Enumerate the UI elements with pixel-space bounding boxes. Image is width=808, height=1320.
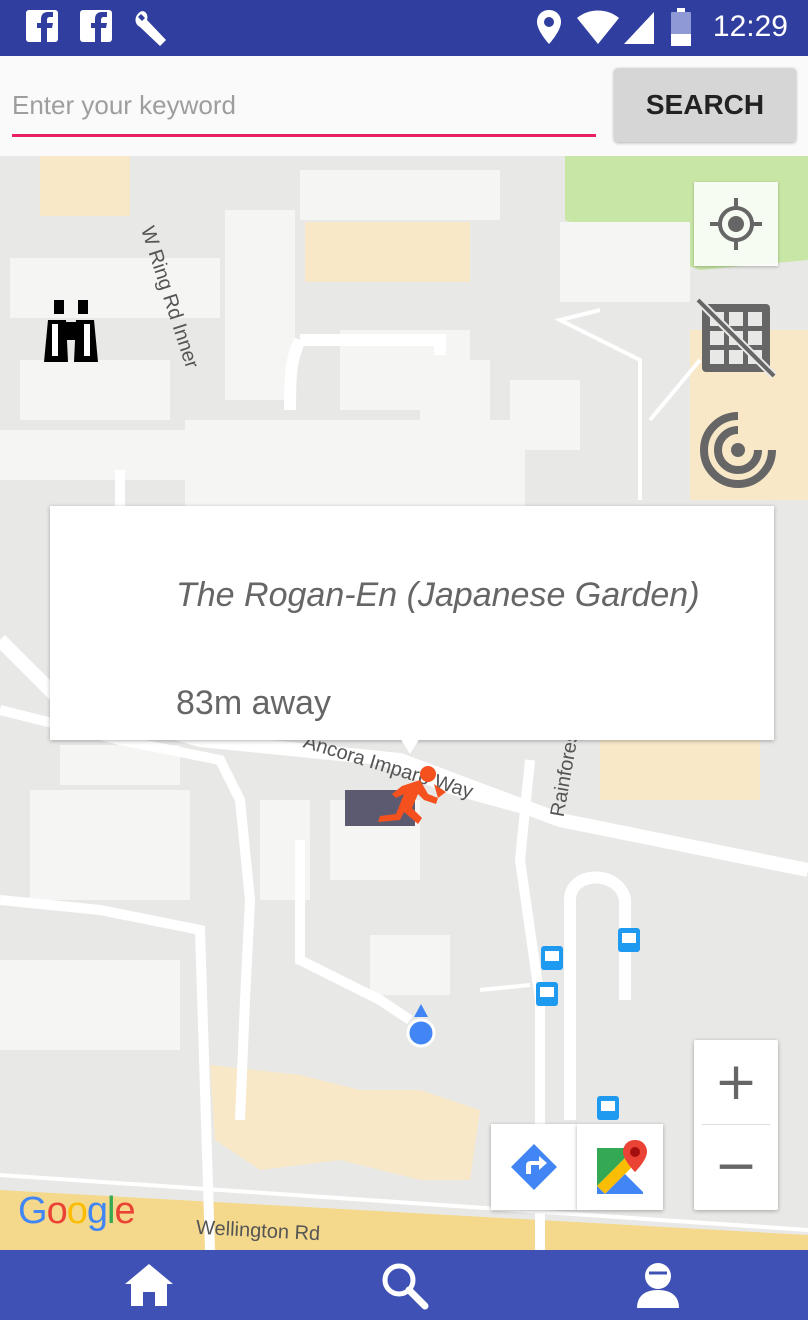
zoom-in-button[interactable]: +	[694, 1040, 778, 1124]
home-icon	[125, 1264, 173, 1306]
directions-icon	[511, 1144, 557, 1190]
place-distance: 83m away	[176, 684, 331, 722]
search-button[interactable]: SEARCH	[614, 68, 796, 142]
my-location-button[interactable]	[694, 182, 778, 266]
profile-icon	[637, 1263, 679, 1308]
status-time: 12:29	[712, 10, 788, 43]
signal-icon	[622, 8, 656, 51]
google-logo: Google	[18, 1190, 136, 1232]
open-in-maps-button[interactable]	[577, 1124, 663, 1210]
wifi-icon	[576, 8, 620, 51]
place-info-window[interactable]: The Rogan-En (Japanese Garden) 83m away	[50, 506, 774, 740]
zoom-controls: + −	[694, 1040, 778, 1210]
facebook-icon	[80, 8, 112, 49]
zoom-out-button[interactable]: −	[694, 1124, 778, 1208]
info-window-tail	[400, 738, 420, 754]
location-icon	[536, 8, 562, 51]
nav-profile[interactable]	[608, 1250, 708, 1320]
my-location-icon	[710, 198, 762, 250]
grid-off-icon[interactable]	[695, 297, 777, 383]
google-maps-icon	[597, 1140, 647, 1194]
status-bar: 12:29	[0, 0, 808, 56]
search-icon	[382, 1263, 429, 1310]
nav-home[interactable]	[99, 1250, 199, 1320]
facebook-icon	[26, 8, 58, 49]
binoculars-icon[interactable]	[40, 300, 102, 373]
battery-icon	[670, 8, 692, 53]
place-title: The Rogan-En (Japanese Garden)	[176, 576, 700, 614]
search-input[interactable]	[12, 76, 596, 137]
bottom-navigation	[0, 1250, 808, 1320]
running-person-marker-icon[interactable]	[372, 764, 452, 833]
radar-icon[interactable]	[698, 410, 778, 495]
directions-button[interactable]	[491, 1124, 577, 1210]
wrench-icon	[132, 8, 170, 53]
nav-search[interactable]	[354, 1250, 454, 1320]
